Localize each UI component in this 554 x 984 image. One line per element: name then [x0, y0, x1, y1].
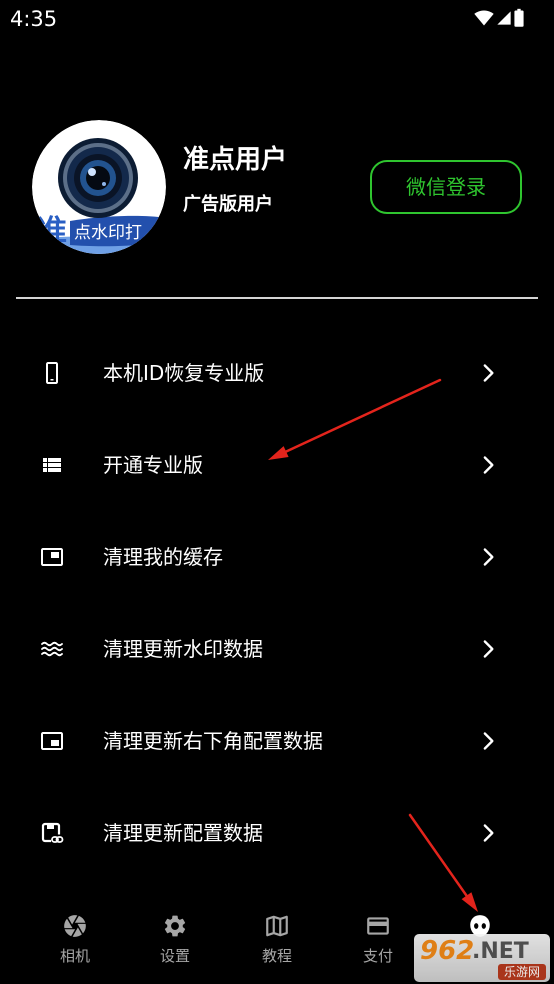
menu-item-open-pro[interactable]: 开通专业版 [0, 419, 554, 511]
menu-item-refresh-watermark-data[interactable]: 清理更新水印数据 [0, 603, 554, 695]
map-icon [266, 915, 288, 937]
user-name: 准点用户 [183, 145, 288, 175]
cell-signal-icon [497, 11, 511, 25]
nav-tab-camera[interactable]: 相机 [25, 900, 125, 972]
wifi-icon [474, 10, 494, 26]
credit-card-icon [367, 917, 389, 935]
menu-item-label: 清理我的缓存 [103, 545, 223, 569]
menu-item-label: 开通专业版 [103, 453, 203, 477]
watermark-site: 乐游网 [497, 964, 546, 980]
waves-icon [41, 641, 63, 657]
menu-item-label: 本机ID恢复专业版 [103, 361, 265, 385]
picture-in-picture-icon [41, 548, 63, 566]
nav-label: 教程 [261, 947, 292, 965]
menu-item-refresh-corner-config[interactable]: 清理更新右下角配置数据 [0, 695, 554, 787]
battery-icon [514, 8, 524, 27]
status-time: 4:35 [10, 7, 58, 31]
menu-item-restore-pro[interactable]: 本机ID恢复专业版 [0, 327, 554, 419]
nav-tab-tutorial[interactable]: 教程 [227, 900, 327, 972]
menu-item-label: 清理更新水印数据 [103, 637, 263, 661]
settings-menu: 本机ID恢复专业版 开通专业版 清理我的缓存 清理更新水印数据 清理更新右下角配… [0, 327, 554, 879]
logo-large-char: 准 [37, 214, 67, 249]
phone-icon [46, 362, 58, 384]
camera-aperture-icon [64, 915, 86, 937]
gear-icon [164, 915, 186, 937]
menu-item-label: 清理更新配置数据 [103, 821, 263, 845]
nav-label: 支付 [362, 947, 393, 965]
chevron-right-icon [483, 456, 494, 474]
divider [16, 297, 538, 299]
chevron-right-icon [483, 548, 494, 566]
avatar[interactable]: 准 点水印打 [32, 120, 166, 254]
menu-item-label: 清理更新右下角配置数据 [103, 729, 323, 753]
nav-label: 相机 [59, 947, 90, 965]
account-type: 广告版用户 [183, 194, 273, 215]
menu-item-clear-cache[interactable]: 清理我的缓存 [0, 511, 554, 603]
config-link-icon [41, 822, 64, 845]
nav-label: 设置 [159, 947, 190, 965]
picture-in-picture-bottom-right-icon [41, 732, 63, 750]
watermark: 962 .NET 乐游网 [414, 934, 550, 982]
chevron-right-icon [483, 732, 494, 750]
nav-tab-payment[interactable]: 支付 [328, 900, 428, 972]
chevron-right-icon [483, 824, 494, 842]
logo-band-text: 点水印打 [74, 223, 142, 243]
chevron-right-icon [483, 640, 494, 658]
menu-item-refresh-config[interactable]: 清理更新配置数据 [0, 787, 554, 879]
watermark-brand: 962 [420, 936, 475, 966]
wechat-login-button[interactable]: 微信登录 [370, 160, 522, 214]
app-logo: 准 点水印打 [32, 120, 166, 254]
watermark-suffix: .NET [472, 939, 529, 964]
nav-tab-settings[interactable]: 设置 [125, 900, 225, 972]
list-icon [43, 458, 61, 472]
chevron-right-icon [483, 364, 494, 382]
